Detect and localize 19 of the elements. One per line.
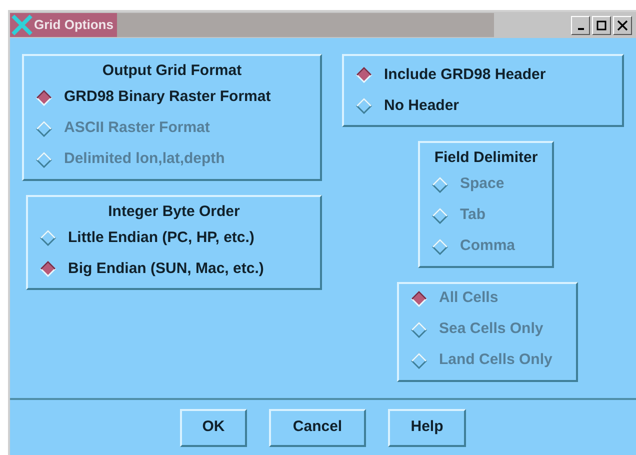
x-logo-icon — [10, 13, 34, 37]
group-title: Integer Byte Order — [107, 202, 241, 222]
dialog-button[interactable]: Help — [388, 408, 466, 446]
maximize-button[interactable] — [592, 16, 611, 34]
radio-option[interactable]: No Header — [356, 95, 610, 117]
radio-option[interactable]: Big Endian (SUN, Mac, etc.) — [40, 258, 308, 280]
group-title: Output Grid Format — [101, 61, 243, 81]
maximize-icon — [596, 20, 607, 30]
minimize-button[interactable] — [571, 16, 590, 34]
radio-option[interactable]: GRD98 Binary Raster Format — [36, 86, 308, 108]
group-title: Field Delimiter — [433, 148, 539, 168]
radio-option[interactable]: Little Endian (PC, HP, etc.) — [40, 227, 308, 249]
window-title: Grid Options — [34, 16, 114, 34]
dialog-button[interactable]: OK — [180, 408, 247, 446]
radio-option[interactable]: Include GRD98 Header — [356, 64, 610, 86]
minimize-icon — [578, 28, 584, 30]
close-icon — [617, 20, 628, 30]
dialog-button[interactable]: Cancel — [269, 408, 366, 446]
close-button[interactable] — [613, 16, 632, 34]
